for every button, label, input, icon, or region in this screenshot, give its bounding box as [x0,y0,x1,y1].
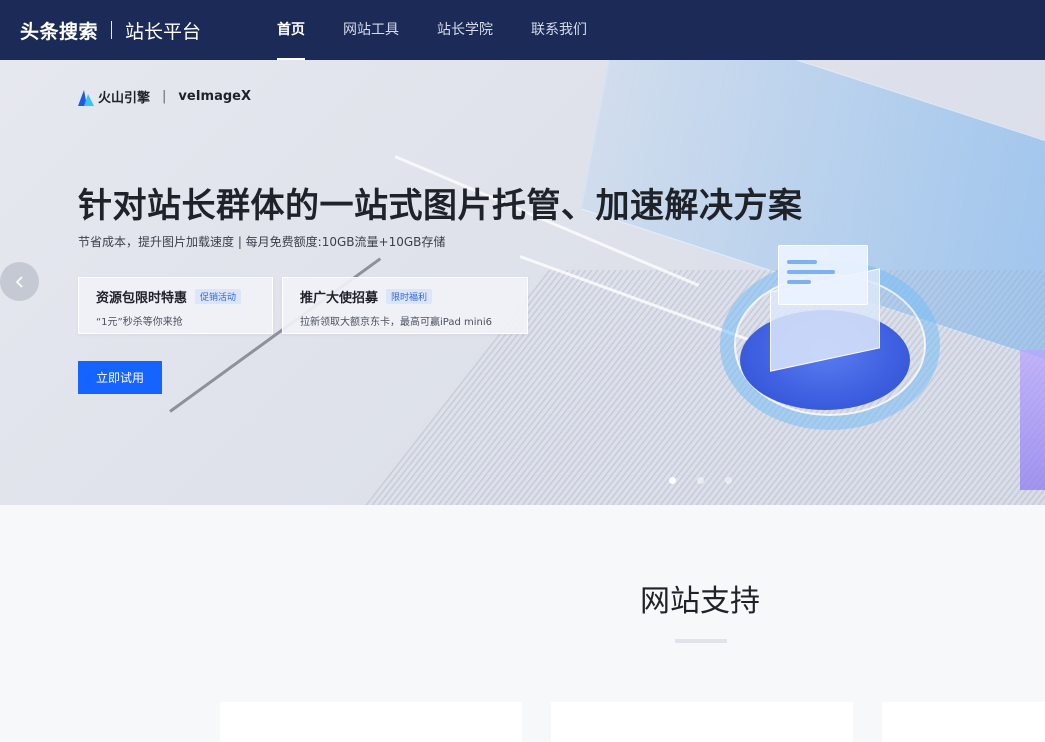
support-card[interactable] [551,702,853,742]
partner-logo-row: 火山引擎 | veImageX [78,87,251,106]
promo-card-header: 推广大使招募 限时福利 [300,287,510,306]
banner-decor-prism [1020,350,1045,490]
promo-card-title: 资源包限时特惠 [96,291,188,306]
nav-item-contact-us[interactable]: 联系我们 [516,0,602,60]
nav-menu: 首页 网站工具 站长学院 联系我们 [262,0,610,60]
section-title-underline [675,639,727,643]
nav-item-webmaster-academy[interactable]: 站长学院 [422,0,508,60]
carousel-dot[interactable] [669,477,676,484]
nav-item-site-tools[interactable]: 网站工具 [328,0,414,60]
section-title: 网站支持 [640,584,760,619]
support-card[interactable] [220,702,522,742]
partner-name: 火山引擎 [98,91,151,106]
banner-illustration-image-card [778,245,868,305]
brand-divider [111,21,113,39]
promo-card-ambassador[interactable]: 推广大使招募 限时福利 拉新领取大额京东卡，最高可赢iPad mini6 [282,277,528,334]
volcano-engine-logo-icon [78,89,94,106]
promo-card-tag: 限时福利 [386,289,433,304]
hero-title: 针对站长群体的一站式图片托管、加速解决方案 [78,186,803,226]
brand-subtitle: 站长平台 [125,20,202,43]
promo-card-description: “1元”秒杀等你来抢 [96,317,183,328]
promo-card-resource-pack[interactable]: 资源包限时特惠 促销活动 “1元”秒杀等你来抢 [78,277,273,334]
hero-subtitle: 节省成本，提升图片加载速度 | 每月免费额度:10GB流量+10GB存储 [78,235,446,249]
partner-divider: | [162,89,167,104]
top-navigation-bar: 头条搜索 站长平台 首页 网站工具 站长学院 联系我们 [0,0,1045,60]
partner-product: veImageX [178,89,251,104]
support-card[interactable] [882,702,1045,742]
promo-card-tag: 促销活动 [195,289,242,304]
carousel-prev-button[interactable] [0,262,39,301]
promo-card-title: 推广大使招募 [300,291,379,306]
chevron-left-icon [15,275,23,288]
promo-card-description: 拉新领取大额京东卡，最高可赢iPad mini6 [300,317,493,328]
brand-name: 头条搜索 [20,20,99,43]
brand[interactable]: 头条搜索 站长平台 [20,0,201,60]
carousel-indicators [669,477,753,484]
carousel-dot[interactable] [725,477,732,484]
promo-card-header: 资源包限时特惠 促销活动 [96,287,255,306]
nav-item-home[interactable]: 首页 [262,0,320,60]
hero-banner-carousel: 火山引擎 | veImageX 针对站长群体的一站式图片托管、加速解决方案 节省… [0,60,1045,505]
try-now-button[interactable]: 立即试用 [78,361,162,394]
carousel-dot[interactable] [697,477,704,484]
